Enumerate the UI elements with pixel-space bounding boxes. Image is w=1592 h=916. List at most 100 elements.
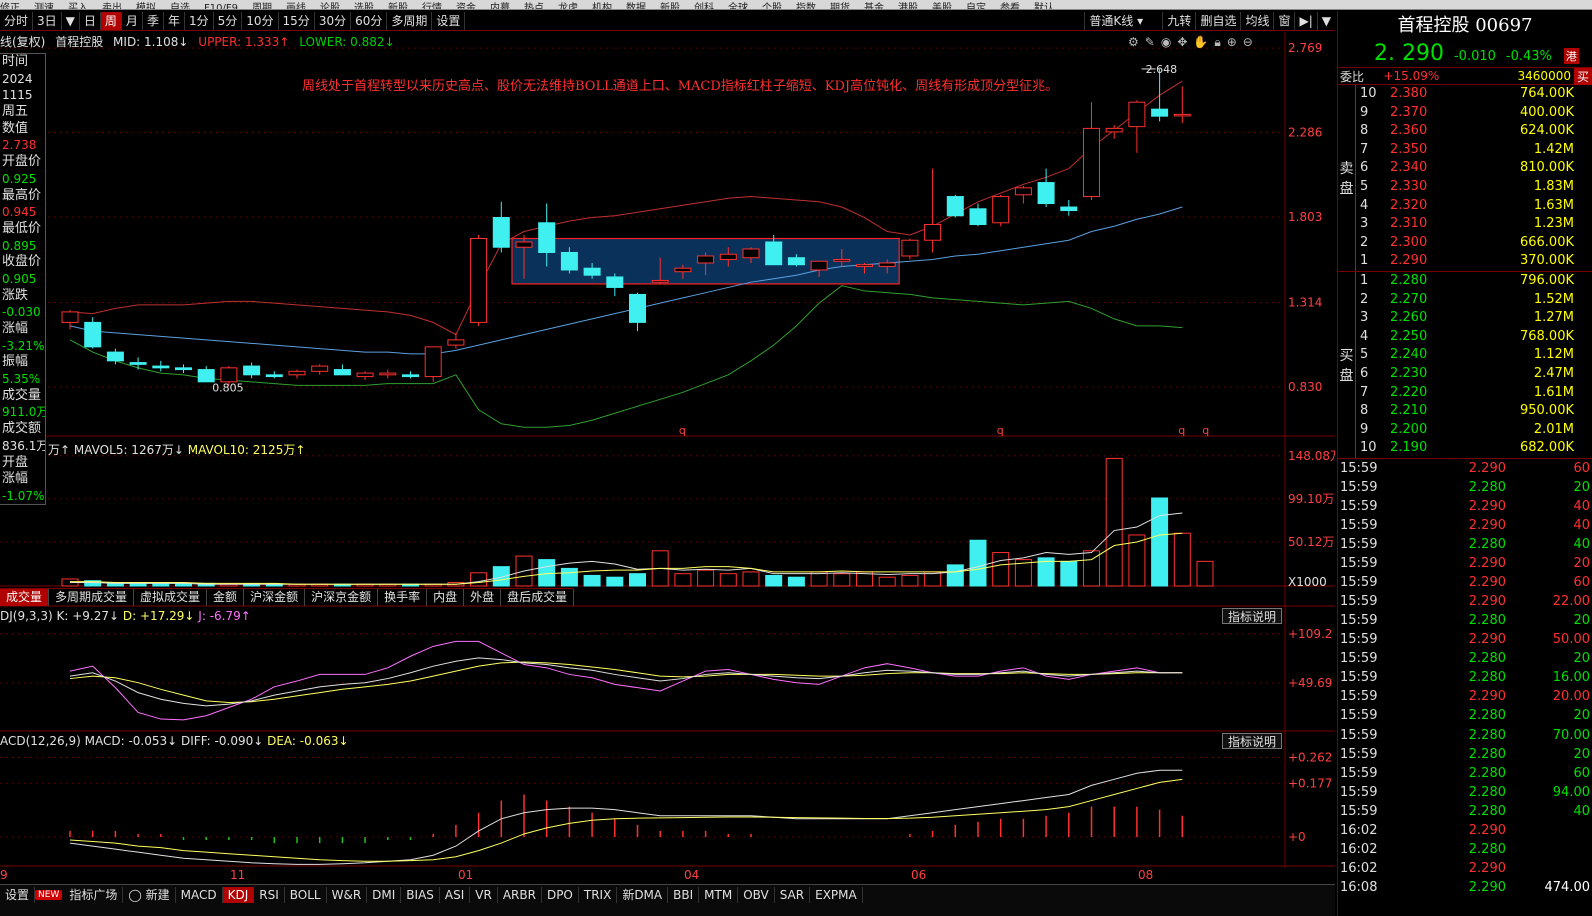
bid-row[interactable]: 7 2.220 1.61M: [1356, 384, 1592, 403]
volume-tab[interactable]: 沪深金额: [244, 589, 306, 606]
toolbar-right-button[interactable]: 均线: [1240, 12, 1273, 30]
bid-row[interactable]: 5 2.240 1.12M: [1356, 346, 1592, 365]
ask-row[interactable]: 3 2.310 1.23M: [1356, 215, 1592, 234]
top-menu-item[interactable]: 机构: [592, 4, 612, 10]
indicator-tab[interactable]: W&R: [327, 887, 368, 903]
bid-row[interactable]: 2 2.270 1.52M: [1356, 291, 1592, 310]
period-button[interactable]: 月: [122, 11, 143, 30]
bid-row[interactable]: 10 2.190 682.00K: [1356, 439, 1592, 458]
indicator-tab[interactable]: ARBR: [498, 887, 542, 903]
bid-row[interactable]: 1 2.280 796.00K: [1356, 272, 1592, 291]
indicator-tab[interactable]: RSI: [254, 887, 285, 903]
period-button[interactable]: 1分: [185, 11, 214, 30]
ask-row[interactable]: 5 2.330 1.83M: [1356, 178, 1592, 197]
chart-canvas[interactable]: 2.769 2.286 1.803 1.314 0.830 2.648 0.805 q q q q 1…: [0, 32, 1335, 902]
bid-row[interactable]: 9 2.200 2.01M: [1356, 421, 1592, 440]
settings-icon[interactable]: ⚙: [1128, 35, 1139, 50]
top-menu-item[interactable]: 自选: [170, 4, 190, 10]
ask-row[interactable]: 4 2.320 1.63M: [1356, 197, 1592, 216]
period-button[interactable]: 30分: [315, 11, 352, 30]
kdj-explain-button[interactable]: 指标说明: [1222, 608, 1283, 624]
kline-type-select[interactable]: 普通K线 ▾: [1084, 12, 1162, 30]
ask-row[interactable]: 2 2.300 666.00K: [1356, 234, 1592, 253]
period-button[interactable]: 15分: [279, 11, 315, 30]
period-button[interactable]: 10分: [242, 11, 279, 30]
period-button[interactable]: 设置: [432, 11, 466, 30]
indicator-tab[interactable]: 新DMA: [617, 887, 669, 903]
volume-tab[interactable]: 多周期成交量: [49, 589, 135, 606]
top-menu-item[interactable]: 模拟: [136, 4, 156, 10]
indicator-tab[interactable]: TRIX: [579, 887, 618, 903]
indicator-tab[interactable]: MACD: [176, 887, 223, 903]
volume-tab[interactable]: 外盘: [464, 589, 502, 606]
top-menu-item[interactable]: 港股: [898, 4, 918, 10]
ask-row[interactable]: 7 2.350 1.42M: [1356, 141, 1592, 160]
ask-row[interactable]: 10 2.380 764.00K: [1356, 85, 1592, 104]
top-menu-item[interactable]: 热点: [524, 4, 544, 10]
top-menu-item[interactable]: 新股: [660, 4, 680, 10]
indicator-tab[interactable]: DPO: [542, 887, 579, 903]
period-button[interactable]: 分时: [0, 11, 34, 30]
period-button[interactable]: 周: [100, 11, 122, 30]
top-menu-item[interactable]: 默认: [1034, 4, 1054, 10]
period-button[interactable]: 年: [164, 11, 185, 30]
ask-row[interactable]: 8 2.360 624.00K: [1356, 122, 1592, 141]
ask-row[interactable]: 6 2.340 810.00K: [1356, 159, 1592, 178]
indicator-tab[interactable]: ASI: [440, 887, 471, 903]
top-menu-item[interactable]: 内幕: [490, 4, 510, 10]
volume-tab[interactable]: 内盘: [427, 589, 465, 606]
top-menu-item[interactable]: 自定: [966, 4, 986, 10]
indicator-tab[interactable]: BIAS: [401, 887, 440, 903]
bid-row[interactable]: 6 2.230 2.47M: [1356, 365, 1592, 384]
top-menu-item[interactable]: 龙虎: [558, 4, 578, 10]
top-menu-item[interactable]: 买入: [68, 4, 88, 10]
top-menu-item[interactable]: 论股: [320, 4, 340, 10]
toolbar-right-button[interactable]: ▶|: [1294, 12, 1316, 30]
bid-row[interactable]: 4 2.250 768.00K: [1356, 328, 1592, 347]
top-menu-item[interactable]: 周期: [252, 4, 272, 10]
indicator-tab[interactable]: EXPMA: [810, 887, 863, 903]
top-menu-item[interactable]: 修正: [0, 4, 20, 10]
period-button[interactable]: ▼: [62, 11, 80, 30]
macd-explain-button[interactable]: 指标说明: [1222, 733, 1283, 749]
indicator-tab[interactable]: KDJ: [222, 887, 255, 903]
top-menu-item[interactable]: 测速: [34, 4, 54, 10]
period-button[interactable]: 60分: [351, 11, 388, 30]
toolbar-right-button[interactable]: 删自选: [1195, 12, 1240, 30]
top-menu-item[interactable]: 参看: [1000, 4, 1020, 10]
top-menu-item[interactable]: 创科: [694, 4, 714, 10]
ask-row[interactable]: 1 2.290 370.00K: [1356, 252, 1592, 271]
bid-row[interactable]: 3 2.260 1.27M: [1356, 309, 1592, 328]
ask-row[interactable]: 9 2.370 400.00K: [1356, 104, 1592, 123]
chart-area[interactable]: 2.769 2.286 1.803 1.314 0.830 2.648 0.805 q q q q 1…: [0, 32, 1335, 902]
indicator-tab[interactable]: MTM: [699, 887, 739, 903]
top-menu-item[interactable]: 数据: [626, 4, 646, 10]
indicator-tab[interactable]: OBV: [738, 887, 775, 903]
period-button[interactable]: 季: [143, 11, 164, 30]
zoom-in-icon[interactable]: ⊕: [1227, 35, 1237, 50]
indicator-tab[interactable]: 指标广场: [64, 887, 124, 903]
top-menu-item[interactable]: 行情: [422, 4, 442, 10]
volume-tab[interactable]: 金额: [207, 589, 245, 606]
volume-tab[interactable]: 盘后成交量: [501, 589, 575, 606]
period-button[interactable]: 5分: [214, 11, 243, 30]
top-menu-item[interactable]: 画线: [286, 4, 306, 10]
period-button[interactable]: 多周期: [387, 11, 433, 30]
indicator-tab[interactable]: VR: [470, 887, 498, 903]
indicator-tab[interactable]: BBI: [668, 887, 700, 903]
volume-tab[interactable]: 成交量: [0, 589, 50, 606]
toolbar-right-button[interactable]: ▼: [1316, 12, 1335, 30]
top-menu-item[interactable]: 新股: [388, 4, 408, 10]
tick-list[interactable]: 15:59 2.290 60 15:59 2.280 20 15:59 2.290 40 15:5…: [1338, 459, 1592, 897]
top-menu-item[interactable]: 全球: [728, 4, 748, 10]
top-menu-item[interactable]: 选股: [354, 4, 374, 10]
top-menu-item[interactable]: 卖出: [102, 4, 122, 10]
top-menu-item[interactable]: 资金: [456, 4, 476, 10]
top-menu-item[interactable]: F10/F9: [204, 4, 238, 10]
volume-tab[interactable]: 虚拟成交量: [134, 589, 208, 606]
volume-tab[interactable]: 换手率: [378, 589, 428, 606]
period-button[interactable]: 日: [80, 11, 101, 30]
lock-icon[interactable]: 🔒︎: [1214, 35, 1220, 50]
eye-icon[interactable]: ◉: [1161, 35, 1171, 50]
volume-tab[interactable]: 沪深京金额: [305, 589, 379, 606]
